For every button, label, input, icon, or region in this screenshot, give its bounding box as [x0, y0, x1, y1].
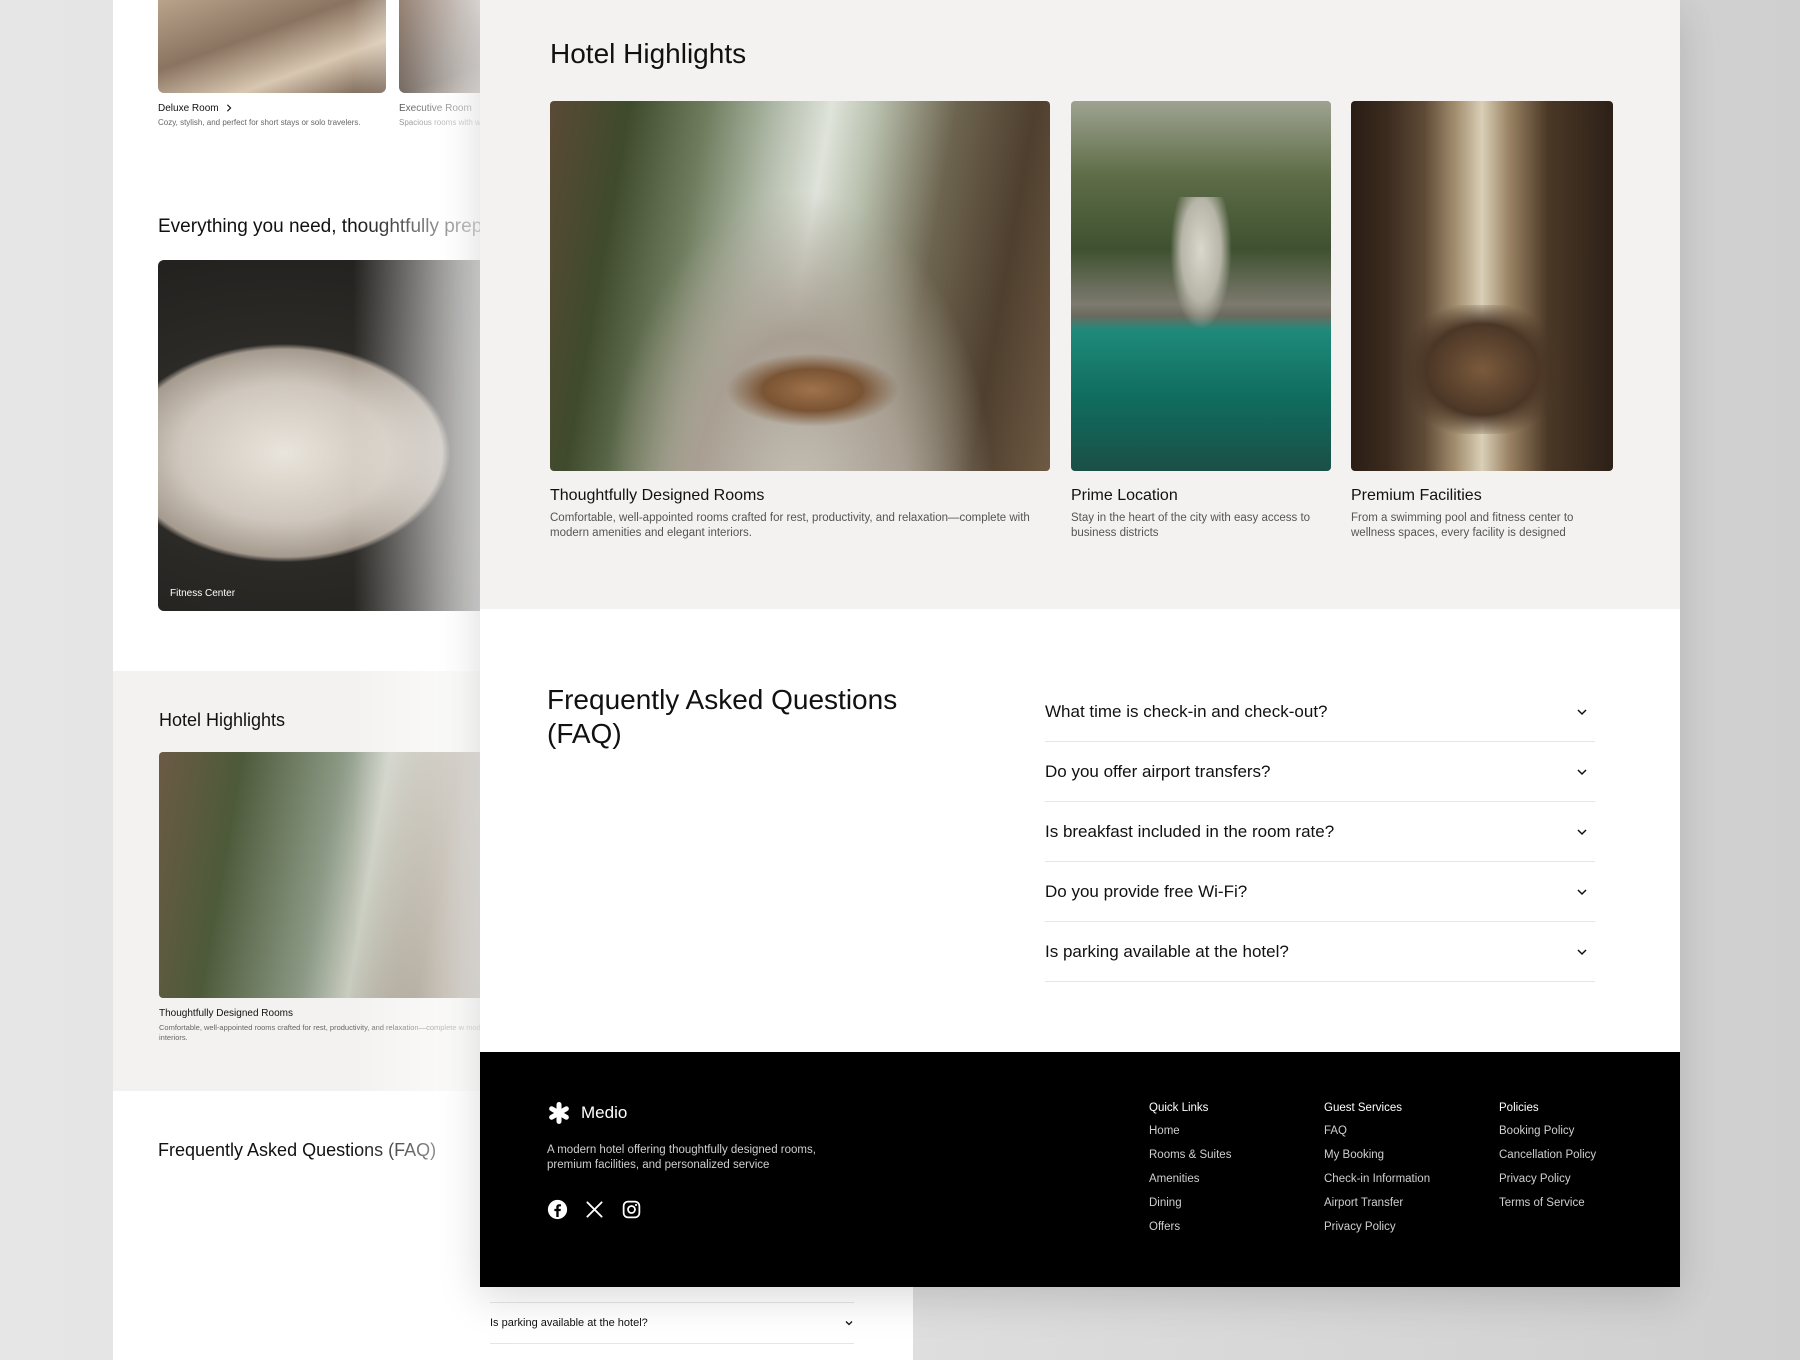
faq-item[interactable]: Is breakfast included in the room rate? — [1045, 802, 1595, 862]
footer-link-dining[interactable]: Dining — [1149, 1196, 1231, 1210]
footer-link-offers[interactable]: Offers — [1149, 1220, 1231, 1234]
faq-question: Is breakfast included in the room rate? — [1045, 821, 1335, 841]
faq-item[interactable]: What time is check-in and check-out? — [1045, 682, 1595, 742]
highlight-title: Premium Facilities — [1351, 487, 1482, 504]
deluxe-room-title[interactable]: Deluxe Room — [158, 103, 233, 114]
faq-list: What time is check-in and check-out? Do … — [1045, 682, 1595, 982]
chevron-down-icon — [1575, 885, 1589, 899]
highlight-title: Thoughtfully Designed Rooms — [550, 487, 765, 504]
highlight-description: From a swimming pool and fitness center … — [1351, 512, 1574, 539]
footer-column-quick-links: Quick Links Home Rooms & Suites Amenitie… — [1149, 1102, 1231, 1244]
footer-column-title: Quick Links — [1149, 1102, 1209, 1114]
footer-link-privacy-policy[interactable]: Privacy Policy — [1499, 1172, 1596, 1186]
amenities-heading: Everything you need, thoughtfully prepa — [158, 216, 493, 237]
site-footer: Medio A modern hotel offering thoughtful… — [480, 1052, 1680, 1287]
hotel-highlights-section: Hotel Highlights Thoughtfully Designed R… — [480, 0, 1680, 609]
footer-link-amenities[interactable]: Amenities — [1149, 1172, 1231, 1186]
faq-title: Frequently Asked Questions (FAQ) — [547, 684, 898, 749]
footer-column-title: Policies — [1499, 1102, 1539, 1114]
executive-room-description: Spacious rooms with w — [399, 118, 481, 127]
instagram-icon[interactable] — [621, 1199, 642, 1220]
footer-link-privacy-policy[interactable]: Privacy Policy — [1324, 1220, 1430, 1234]
footer-column-title: Guest Services — [1324, 1102, 1402, 1114]
chevron-down-icon — [1575, 825, 1589, 839]
footer-link-airport-transfer[interactable]: Airport Transfer — [1324, 1196, 1430, 1210]
highlight-title: Prime Location — [1071, 487, 1178, 504]
brand-description: A modern hotel offering thoughtfully des… — [547, 1144, 816, 1171]
foreground-page: Hotel Highlights Thoughtfully Designed R… — [480, 0, 1680, 1287]
asterisk-logo-icon — [549, 1102, 569, 1124]
lobby-image — [550, 101, 1050, 471]
deluxe-room-description: Cozy, stylish, and perfect for short sta… — [158, 118, 361, 127]
executive-room-title[interactable]: Executive Room — [399, 103, 472, 114]
chevron-down-icon — [1575, 945, 1589, 959]
chevron-down-icon — [845, 1321, 853, 1326]
faq-item[interactable]: Is parking available at the hotel? — [1045, 922, 1595, 982]
brand-logo[interactable]: Medio — [547, 1101, 627, 1125]
footer-link-rooms-suites[interactable]: Rooms & Suites — [1149, 1148, 1231, 1162]
faq-question: Do you provide free Wi-Fi? — [1045, 881, 1248, 901]
faq-question: Do you offer airport transfers? — [1045, 761, 1271, 781]
footer-link-faq[interactable]: FAQ — [1324, 1124, 1430, 1138]
footer-link-check-in-information[interactable]: Check-in Information — [1324, 1172, 1430, 1186]
footer-link-my-booking[interactable]: My Booking — [1324, 1148, 1430, 1162]
background-highlights-title: Hotel Highlights — [159, 710, 286, 730]
brand-name: Medio — [581, 1103, 628, 1122]
footer-link-booking-policy[interactable]: Booking Policy — [1499, 1124, 1596, 1138]
x-icon[interactable] — [584, 1199, 605, 1220]
faq-question: What time is check-in and check-out? — [1045, 701, 1328, 721]
background-faq-title: Frequently Asked Questions (FAQ) — [158, 1140, 437, 1160]
highlights-title: Hotel Highlights — [550, 38, 747, 69]
footer-column-guest-services: Guest Services FAQ My Booking Check-in I… — [1324, 1102, 1430, 1244]
highlight-card[interactable]: Premium Facilities From a swimming pool … — [1351, 101, 1613, 541]
fitness-center-label: Fitness Center — [170, 588, 236, 599]
pool-image — [1071, 101, 1331, 471]
chevron-down-icon — [1575, 705, 1589, 719]
footer-link-terms-of-service[interactable]: Terms of Service — [1499, 1196, 1596, 1210]
highlight-card[interactable]: Prime Location Stay in the heart of the … — [1071, 101, 1331, 541]
restaurant-image — [1351, 101, 1613, 471]
chevron-right-icon — [227, 104, 232, 112]
facebook-icon[interactable] — [547, 1199, 568, 1220]
highlight-description: Comfortable, well-appointed rooms crafte… — [550, 512, 1030, 539]
background-faq-row[interactable]: Is parking available at the hotel? — [490, 1302, 854, 1344]
highlight-card[interactable]: Thoughtfully Designed Rooms Comfortable,… — [550, 101, 1050, 541]
highlight-description: Stay in the heart of the city with easy … — [1071, 512, 1311, 539]
faq-item[interactable]: Do you provide free Wi-Fi? — [1045, 862, 1595, 922]
footer-link-home[interactable]: Home — [1149, 1124, 1231, 1138]
background-highlight-caption: Thoughtfully Designed Rooms — [159, 1008, 293, 1019]
social-links — [547, 1199, 642, 1220]
faq-item[interactable]: Do you offer airport transfers? — [1045, 742, 1595, 802]
footer-column-policies: Policies Booking Policy Cancellation Pol… — [1499, 1102, 1596, 1220]
deluxe-room-image[interactable] — [158, 0, 386, 93]
footer-link-cancellation-policy[interactable]: Cancellation Policy — [1499, 1148, 1596, 1162]
chevron-down-icon — [1575, 765, 1589, 779]
faq-question: Is parking available at the hotel? — [1045, 941, 1289, 961]
